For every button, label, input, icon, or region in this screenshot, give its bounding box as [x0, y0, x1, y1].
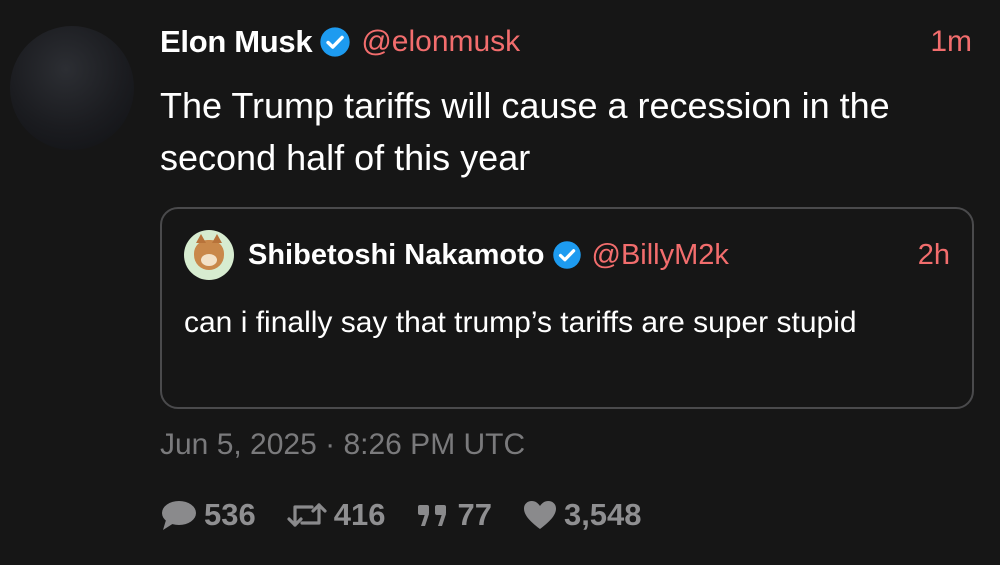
tweet-stats: 536 416 77 3,548 — [160, 492, 672, 538]
tweet-card: Elon Musk @elonmusk 1m The Trump tariffs… — [0, 0, 1000, 565]
quote-button[interactable]: 77 — [415, 497, 492, 533]
comment-icon — [160, 498, 198, 532]
author-handle[interactable]: @elonmusk — [361, 25, 520, 59]
quoted-avatar[interactable] — [184, 230, 234, 280]
verified-badge-icon — [319, 26, 351, 58]
retweet-count: 416 — [333, 497, 386, 532]
heart-icon — [522, 499, 558, 531]
tweet-timestamp[interactable]: Jun 5, 2025 · 8:26 PM UTC — [160, 428, 525, 462]
shiba-snout — [201, 254, 217, 266]
reply-button[interactable]: 536 — [160, 497, 256, 533]
quoted-tweet-time[interactable]: 2h — [918, 239, 950, 272]
quoted-tweet-text: can i finally say that trump’s tariffs a… — [184, 306, 857, 339]
like-button[interactable]: 3,548 — [522, 497, 642, 533]
like-count: 3,548 — [563, 497, 642, 532]
retweet-icon — [286, 499, 328, 531]
avatar[interactable] — [10, 26, 134, 150]
tweet-header: Elon Musk @elonmusk 1m — [160, 20, 972, 64]
quoted-tweet[interactable]: Shibetoshi Nakamoto @BillyM2k 2h can i f… — [160, 207, 974, 409]
quoted-author-name[interactable]: Shibetoshi Nakamoto — [248, 239, 545, 272]
quoted-verified-badge-icon — [552, 240, 582, 270]
quoted-tweet-header: Shibetoshi Nakamoto @BillyM2k 2h — [184, 229, 950, 281]
author-name[interactable]: Elon Musk — [160, 24, 313, 60]
quote-icon — [415, 500, 451, 530]
quote-count: 77 — [457, 497, 492, 532]
tweet-text: The Trump tariffs will cause a recession… — [160, 85, 890, 178]
tweet-time[interactable]: 1m — [930, 25, 972, 59]
reply-count: 536 — [204, 497, 256, 532]
retweet-button[interactable]: 416 — [286, 497, 386, 533]
quoted-author-handle[interactable]: @BillyM2k — [592, 239, 729, 272]
